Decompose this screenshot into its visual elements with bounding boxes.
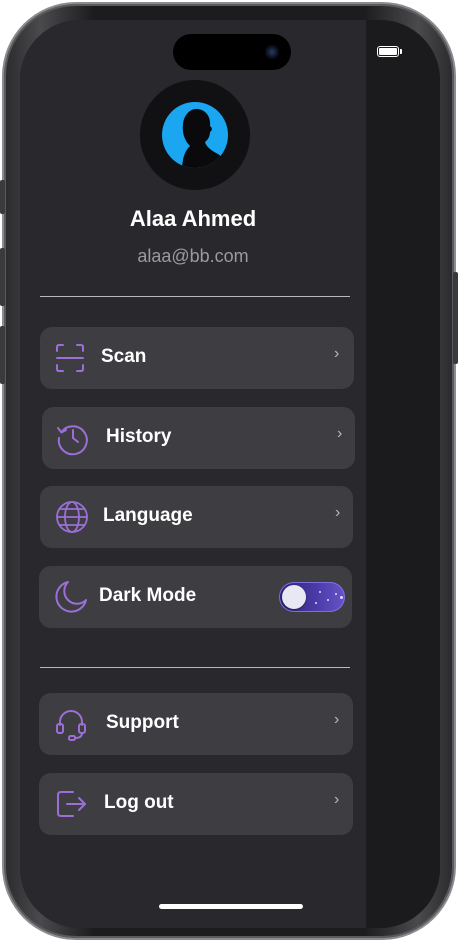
menu-item-label: Language [103,505,193,526]
action-button [0,180,5,214]
logout-icon [57,791,86,817]
camera-icon [265,45,279,59]
user-email: alaa@bb.com [137,246,249,266]
battery-tip [400,49,402,54]
chevron-right-icon: › [334,345,340,362]
menu-item-dark-mode: Dark Mode [39,566,352,628]
divider [40,667,350,668]
menu-item-label: History [106,426,172,447]
phone-frame: Alaa Ahmed alaa@bb.com Scan › History › … [0,4,458,938]
dynamic-island [173,34,291,70]
star-decoration [340,596,343,599]
history-clock-icon [57,425,88,456]
avatar[interactable] [140,80,250,190]
chevron-right-icon: › [334,791,340,808]
menu-item-history[interactable]: History › [42,407,355,469]
power-button [453,272,458,364]
star-decoration [335,593,337,595]
toggle-knob [282,585,306,609]
home-indicator[interactable] [159,904,303,909]
star-decoration [319,591,321,593]
moon-icon [55,581,87,613]
person-silhouette-icon [162,102,228,168]
screen: Alaa Ahmed alaa@bb.com Scan › History › … [20,20,440,928]
scan-frame-icon [56,344,84,372]
menu-item-label: Dark Mode [99,585,197,606]
menu-item-language[interactable]: Language › [40,486,353,548]
chevron-right-icon: › [335,504,341,521]
menu-item-label: Support [106,712,179,733]
chevron-right-icon: › [337,425,343,442]
dark-mode-toggle[interactable] [279,582,345,612]
drawer-scrim[interactable] [366,20,440,928]
menu-item-label: Log out [104,792,174,813]
headset-icon [56,710,86,741]
chevron-right-icon: › [334,711,340,728]
menu-item-scan[interactable]: Scan › [40,327,354,389]
volume-down-button [0,326,5,384]
volume-up-button [0,248,5,306]
navigation-drawer: Alaa Ahmed alaa@bb.com Scan › History › … [20,20,366,928]
globe-icon [56,501,88,533]
user-name: Alaa Ahmed [129,206,257,231]
menu-item-logout[interactable]: Log out › [39,773,353,835]
menu-item-label: Scan [101,346,147,367]
star-decoration [327,599,329,601]
star-decoration [315,602,317,604]
divider [40,296,350,297]
battery-icon [377,46,399,57]
menu-item-support[interactable]: Support › [39,693,353,755]
